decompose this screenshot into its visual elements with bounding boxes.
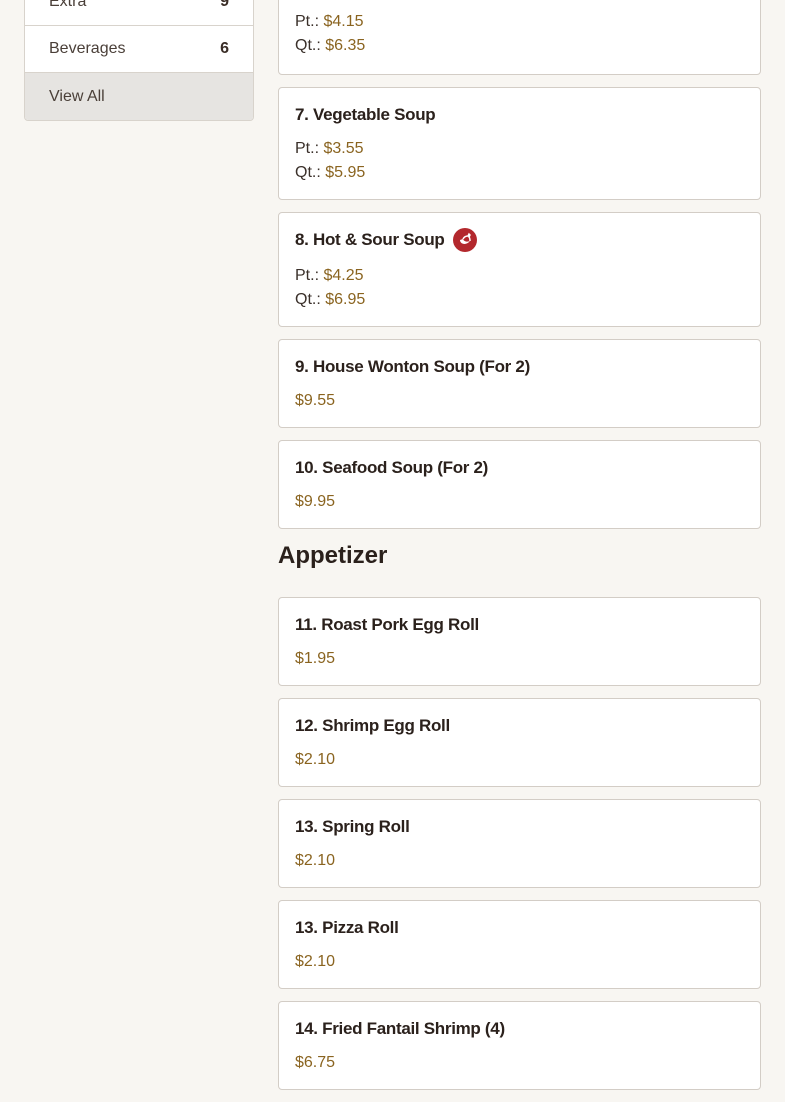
price-list: Pt.: $3.55 Qt.: $5.95 [295,137,744,185]
menu-item-card[interactable]: 12. Shrimp Egg Roll $2.10 [278,698,761,787]
price-value: $1.95 [295,650,336,667]
menu-item-title: 10. Seafood Soup (For 2) [295,458,489,477]
price-list: Pt.: $4.25 Qt.: $6.95 [295,264,744,312]
menu-item-title: 12. Shrimp Egg Roll [295,716,450,735]
menu-item-title: 8. Hot & Sour Soup [295,230,445,249]
menu-item-card[interactable]: 8. Hot & Sour Soup Pt.: $4.25 Qt.: $6.95 [278,212,761,327]
sidebar-item-label: View All [49,87,105,105]
price-value: $2.10 [295,953,336,970]
sidebar-item-label: Beverages [49,40,126,57]
menu-item-title: 13. Spring Roll [295,817,410,836]
price-list: Pt.: $4.15 Qt.: $6.35 [295,10,744,58]
price-quart: Qt.: $6.35 [295,37,366,54]
price-pint: Pt.: $4.25 [295,267,364,284]
price-value: $2.10 [295,751,336,768]
price-value: $9.95 [295,493,336,510]
menu-item-card[interactable]: 11. Roast Pork Egg Roll $1.95 [278,597,761,686]
price-value: $9.55 [295,392,336,409]
menu-item-card[interactable]: 13. Pizza Roll $2.10 [278,900,761,989]
menu-item-card[interactable]: Pt.: $4.15 Qt.: $6.35 [278,0,761,75]
sidebar-item-label: Extra [49,0,87,10]
menu-list: Pt.: $4.15 Qt.: $6.35 7. Vegetable Soup … [278,0,761,1102]
price-value: $6.75 [295,1054,336,1071]
price-value: $3.55 [323,140,364,157]
menu-item-title: 13. Pizza Roll [295,918,399,937]
price-value: $2.10 [295,852,336,869]
sidebar-item-extra[interactable]: Extra 9 [25,0,253,26]
menu-item-card[interactable]: 13. Spring Roll $2.10 [278,799,761,888]
menu-item-title: 14. Fried Fantail Shrimp (4) [295,1019,505,1038]
spicy-chili-icon [452,228,477,252]
category-sidebar: Extra 9 Beverages 6 View All [24,0,254,121]
section-heading-appetizer: Appetizer [278,542,388,569]
sidebar-item-count: 6 [220,40,229,57]
menu-item-title-row: 8. Hot & Sour Soup [295,228,744,252]
menu-item-title: 11. Roast Pork Egg Roll [295,615,479,634]
menu-item-title: 7. Vegetable Soup [295,105,436,124]
price-value: $4.25 [323,267,364,284]
price-value: $6.95 [325,291,366,308]
price-quart: Qt.: $6.95 [295,291,366,308]
price-value: $6.35 [325,37,366,54]
sidebar-item-count: 9 [220,0,229,10]
menu-item-card[interactable]: 7. Vegetable Soup Pt.: $3.55 Qt.: $5.95 [278,87,761,200]
price-pint: Pt.: $4.15 [295,13,364,30]
price-value: $5.95 [325,164,366,181]
menu-item-title: 9. House Wonton Soup (For 2) [295,357,530,376]
sidebar-item-beverages[interactable]: Beverages 6 [25,26,253,73]
price-value: $4.15 [323,13,364,30]
price-pint: Pt.: $3.55 [295,140,364,157]
sidebar-item-view-all[interactable]: View All [25,73,253,120]
price-quart: Qt.: $5.95 [295,164,366,181]
menu-item-card[interactable]: 14. Fried Fantail Shrimp (4) $6.75 [278,1001,761,1090]
menu-item-card[interactable]: 10. Seafood Soup (For 2) $9.95 [278,440,761,529]
menu-item-card[interactable]: 9. House Wonton Soup (For 2) $9.55 [278,339,761,428]
